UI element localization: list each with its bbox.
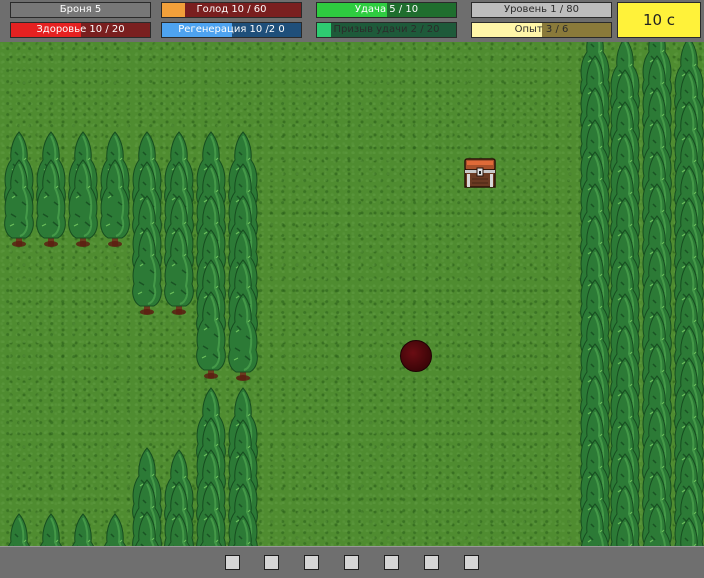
tree-icon	[226, 514, 260, 546]
tree-icon	[640, 502, 674, 546]
tree-icon	[66, 158, 100, 248]
level-bar: Уровень 1 / 80	[471, 2, 612, 18]
regeneration-bar: Регенерация 10 /2 0	[161, 22, 302, 38]
tree-icon	[130, 510, 164, 546]
hotbar-slot[interactable]	[304, 555, 319, 570]
experience-label: Опыт 3 / 6	[514, 24, 569, 35]
tree-icon	[98, 512, 132, 546]
tree-icon	[2, 512, 36, 546]
hotbar-slot[interactable]	[464, 555, 479, 570]
hotbar-slot[interactable]	[384, 555, 399, 570]
hotbar-slot[interactable]	[344, 555, 359, 570]
health-label: Здоровье 10 / 20	[36, 24, 125, 35]
tree-icon	[130, 226, 164, 316]
hotbar-slot[interactable]	[264, 555, 279, 570]
luck-bar: Удача 5 / 10	[316, 2, 457, 18]
armor-label: Броня 5	[59, 4, 102, 15]
tree-icon	[34, 512, 68, 546]
player-character[interactable]	[400, 340, 432, 372]
tree-icon	[194, 290, 228, 380]
luck-label: Удача 5 / 10	[354, 4, 419, 15]
regeneration-label: Регенерация 10 /2 0	[178, 24, 285, 35]
hunger-bar: Голод 10 / 60	[161, 2, 302, 18]
hud-bar: Броня 5 Здоровье 10 / 20 Голод 10 / 60 Р…	[0, 0, 704, 42]
tree-icon	[162, 226, 196, 316]
timer-display: 10 с	[617, 2, 701, 38]
tree-icon	[2, 158, 36, 248]
luck-summon-bar: Призыв удачи 2 / 20	[316, 22, 457, 38]
tree-icon	[672, 516, 704, 546]
tree-icon	[98, 158, 132, 248]
tree-icon	[66, 512, 100, 546]
tree-icon	[34, 158, 68, 248]
hotbar-slot[interactable]	[225, 555, 240, 570]
health-bar: Здоровье 10 / 20	[10, 22, 151, 38]
game-world[interactable]	[0, 42, 704, 546]
hotbar	[0, 546, 704, 578]
tree-icon	[226, 292, 260, 382]
hunger-label: Голод 10 / 60	[196, 4, 267, 15]
tree-icon	[578, 502, 612, 546]
luck-summon-label: Призыв удачи 2 / 20	[333, 24, 440, 35]
treasure-chest-icon[interactable]	[464, 157, 496, 189]
experience-bar: Опыт 3 / 6	[471, 22, 612, 38]
tree-icon	[194, 512, 228, 546]
tree-icon	[162, 512, 196, 546]
tree-icon	[608, 516, 642, 546]
level-label: Уровень 1 / 80	[503, 4, 580, 15]
armor-bar: Броня 5	[10, 2, 151, 18]
hotbar-slot[interactable]	[424, 555, 439, 570]
